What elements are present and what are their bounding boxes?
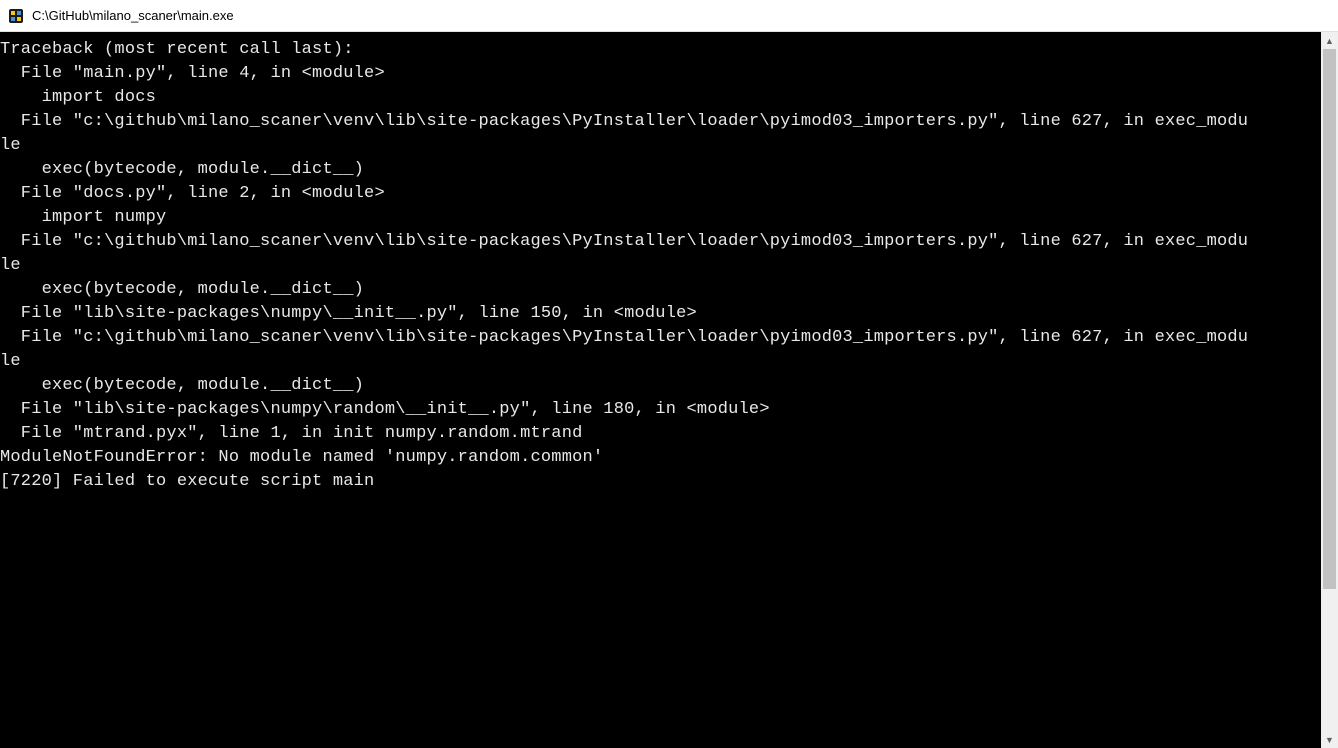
console-area: Traceback (most recent call last): File …	[0, 32, 1338, 748]
vertical-scrollbar[interactable]: ▲ ▼	[1321, 32, 1338, 748]
scroll-up-arrow-icon[interactable]: ▲	[1321, 32, 1338, 49]
window-title: C:\GitHub\milano_scaner\main.exe	[32, 8, 234, 23]
window-titlebar: C:\GitHub\milano_scaner\main.exe	[0, 0, 1338, 32]
scrollbar-thumb[interactable]	[1323, 49, 1336, 589]
console-output[interactable]: Traceback (most recent call last): File …	[0, 32, 1321, 748]
app-icon	[8, 8, 24, 24]
scroll-down-arrow-icon[interactable]: ▼	[1321, 731, 1338, 748]
